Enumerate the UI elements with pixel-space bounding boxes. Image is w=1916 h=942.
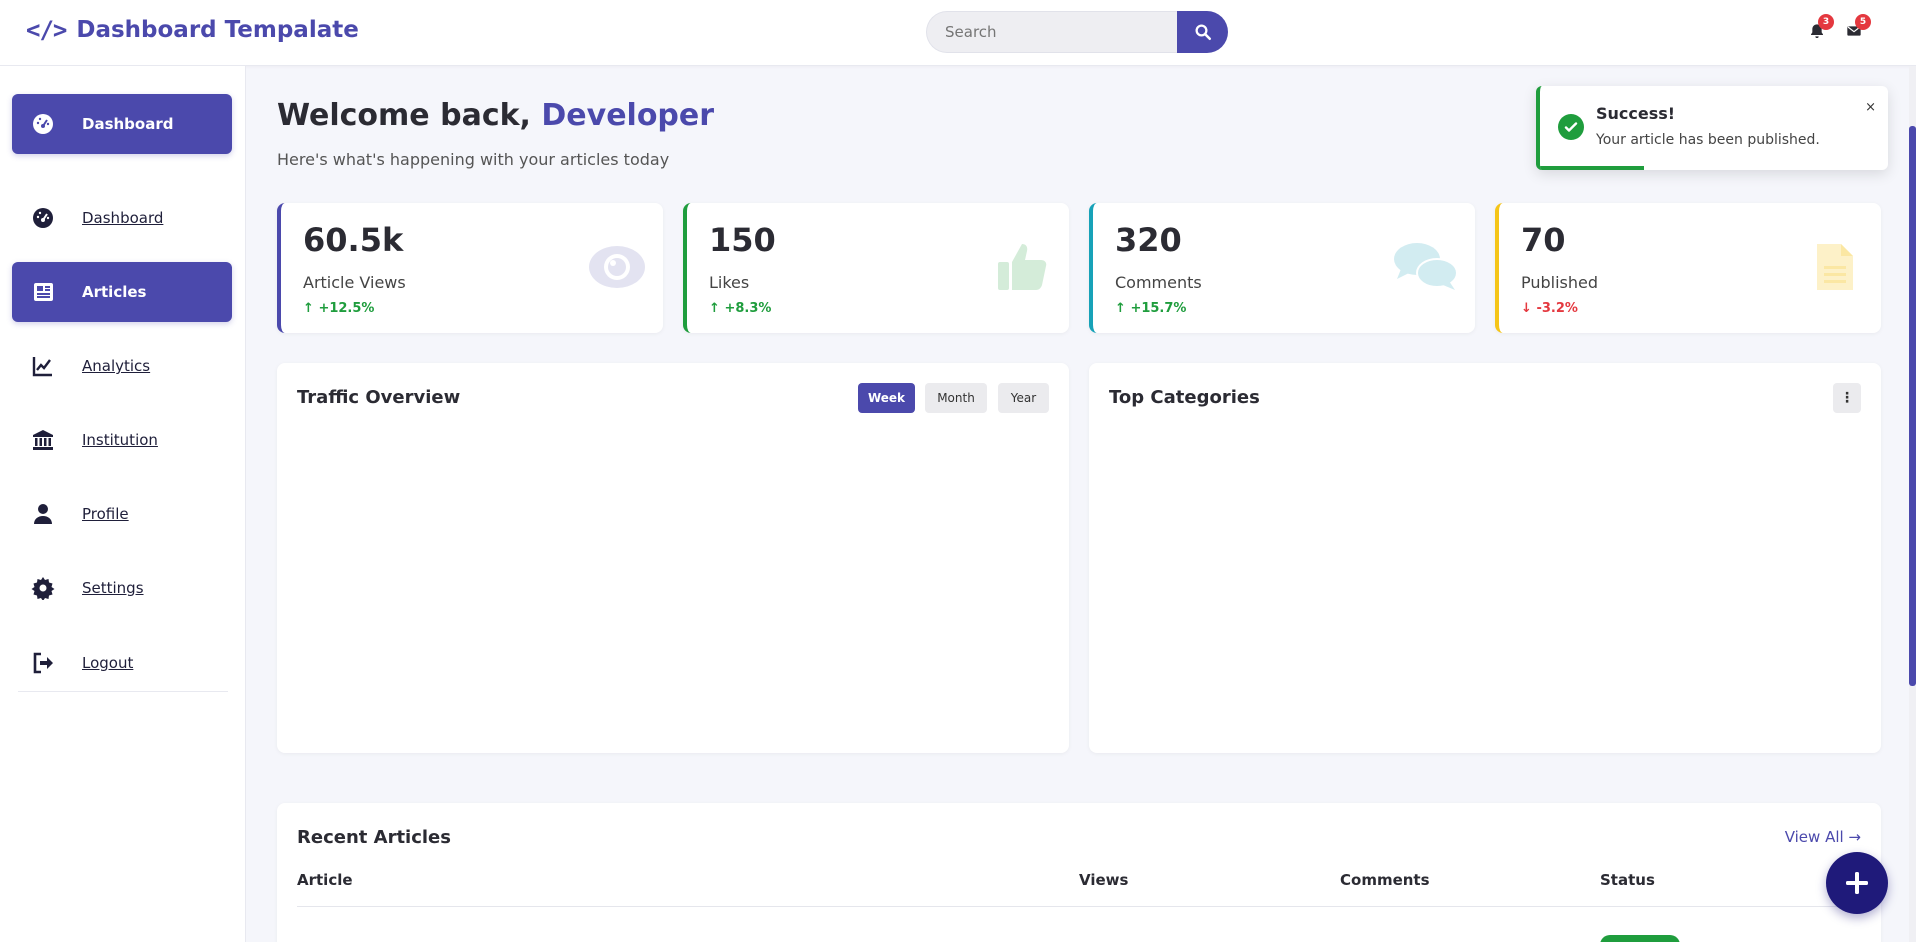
toast-progress-bar: [1540, 166, 1645, 170]
sidebar-item-dashboard-header[interactable]: Dashboard: [12, 94, 232, 154]
comments-icon: [1393, 241, 1459, 293]
messages-button[interactable]: 5: [1843, 14, 1871, 42]
column-header-article[interactable]: Article: [297, 871, 353, 889]
stat-label: Likes: [709, 273, 750, 292]
sidebar-item-label: Profile: [82, 505, 129, 523]
traffic-overview-card: Traffic Overview Week Month Year: [277, 363, 1069, 753]
sidebar-item-label: Dashboard: [82, 115, 174, 133]
page-title: Welcome back, Developer: [277, 98, 714, 133]
add-article-button[interactable]: [1826, 852, 1888, 914]
sidebar-item-dashboard[interactable]: Dashboard: [12, 188, 232, 248]
search-icon: [1195, 24, 1211, 41]
stat-delta: ↓ -3.2%: [1521, 301, 1578, 316]
user-icon: [30, 501, 56, 527]
stat-label: Comments: [1115, 273, 1202, 292]
arrow-up-icon: ↑: [303, 301, 314, 316]
arrow-down-icon: ↓: [1521, 301, 1532, 316]
page-subtitle: Here's what's happening with your articl…: [277, 150, 670, 169]
column-header-views[interactable]: Views: [1079, 871, 1128, 889]
card-title: Top Categories: [1109, 387, 1260, 408]
close-icon[interactable]: ×: [1865, 100, 1876, 115]
logout-icon: [30, 650, 56, 676]
search-input[interactable]: [926, 11, 1178, 53]
column-header-comments[interactable]: Comments: [1340, 871, 1430, 889]
traffic-chart-area: [297, 433, 1049, 733]
sidebar-item-analytics[interactable]: Analytics: [12, 336, 232, 396]
stat-label: Article Views: [303, 273, 406, 292]
arrow-up-icon: ↑: [1115, 301, 1126, 316]
thumbs-up-icon: [993, 241, 1053, 293]
stat-delta: ↑ +12.5%: [303, 301, 375, 316]
status-badge: [1600, 935, 1680, 942]
sidebar-item-articles[interactable]: Articles: [12, 262, 232, 322]
top-bar: </> Dashboard Tempalate 3 5: [0, 0, 1916, 66]
page-scrollbar[interactable]: [1909, 66, 1916, 942]
column-header-status[interactable]: Status: [1600, 871, 1655, 889]
range-week-button[interactable]: Week: [858, 383, 915, 413]
sidebar-item-label: Logout: [82, 654, 134, 672]
stat-value: 150: [709, 221, 776, 259]
sidebar-item-label: Analytics: [82, 357, 151, 375]
check-circle-icon: [1558, 114, 1584, 140]
scrollbar-thumb[interactable]: [1909, 126, 1916, 686]
sidebar-item-institution[interactable]: Institution: [12, 410, 232, 470]
recent-articles-card: Recent Articles View All → Article Views…: [277, 803, 1881, 942]
sidebar-item-label: Institution: [82, 431, 158, 449]
stat-label: Published: [1521, 273, 1599, 292]
sidebar-item-logout[interactable]: Logout: [12, 633, 232, 693]
brand[interactable]: </> Dashboard Tempalate: [26, 16, 359, 44]
newspaper-icon: [30, 279, 56, 305]
stat-delta: ↑ +15.7%: [1115, 301, 1187, 316]
stat-card-published: 70 Published ↓ -3.2%: [1495, 203, 1881, 333]
stat-card-views: 60.5k Article Views ↑ +12.5%: [277, 203, 663, 333]
code-icon: </>: [26, 16, 67, 44]
sidebar: Dashboard Dashboard Articles Analytics I…: [0, 66, 246, 942]
stat-value: 320: [1115, 221, 1182, 259]
sidebar-item-label: Articles: [82, 283, 147, 301]
search-form: [926, 11, 1228, 53]
range-year-button[interactable]: Year: [998, 383, 1049, 413]
chart-line-icon: [30, 353, 56, 379]
stat-value: 60.5k: [303, 221, 404, 259]
stat-delta: ↑ +8.3%: [709, 301, 772, 316]
messages-badge: 5: [1855, 14, 1871, 30]
search-button[interactable]: [1177, 11, 1228, 53]
arrow-up-icon: ↑: [709, 301, 720, 316]
sidebar-item-label: Settings: [82, 579, 144, 597]
stat-card-likes: 150 Likes ↑ +8.3%: [683, 203, 1069, 333]
brand-title: Dashboard Tempalate: [76, 17, 359, 43]
toast-message: Your article has been published.: [1596, 132, 1820, 148]
bank-icon: [30, 427, 56, 453]
stat-value: 70: [1521, 221, 1566, 259]
kebab-icon: ⋮: [1840, 390, 1854, 406]
gear-icon: [30, 575, 56, 601]
welcome-name: Developer: [541, 98, 715, 133]
sidebar-item-profile[interactable]: Profile: [12, 484, 232, 544]
welcome-greeting: Welcome back,: [277, 98, 542, 133]
sidebar-item-label: Dashboard: [82, 209, 164, 227]
gauge-icon: [30, 205, 56, 231]
range-month-button[interactable]: Month: [925, 383, 987, 413]
stat-card-comments: 320 Comments ↑ +15.7%: [1089, 203, 1475, 333]
card-title: Traffic Overview: [297, 387, 461, 408]
gauge-icon: [30, 111, 56, 137]
sidebar-item-settings[interactable]: Settings: [12, 558, 232, 618]
table-header-divider: [297, 906, 1861, 907]
toast-title: Success!: [1596, 104, 1676, 123]
view-all-link[interactable]: View All →: [1785, 828, 1861, 846]
more-options-button[interactable]: ⋮: [1833, 383, 1861, 413]
categories-chart-area: [1109, 433, 1861, 733]
plus-icon: [1846, 872, 1868, 894]
notifications-button[interactable]: 3: [1806, 14, 1834, 42]
success-toast: Success! Your article has been published…: [1536, 86, 1888, 170]
document-icon: [1805, 241, 1865, 293]
card-title: Recent Articles: [297, 827, 451, 848]
eye-icon: [587, 241, 647, 293]
notifications-badge: 3: [1818, 14, 1834, 30]
top-categories-card: Top Categories ⋮: [1089, 363, 1881, 753]
